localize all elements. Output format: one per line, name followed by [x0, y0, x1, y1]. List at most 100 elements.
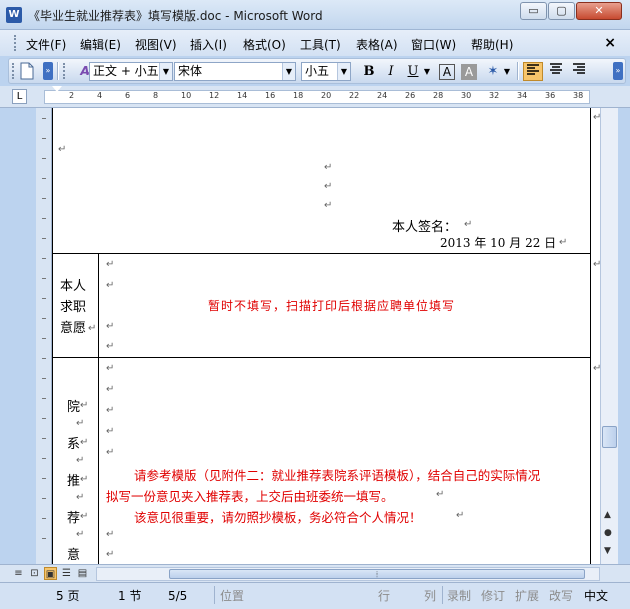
vertical-ruler-mark — [42, 518, 46, 519]
highlight-dropdown-icon[interactable]: ▼ — [502, 62, 512, 81]
menu-edit[interactable]: 编辑(E) — [80, 36, 121, 53]
underline-button[interactable]: U — [403, 62, 423, 81]
vertical-ruler-mark — [42, 178, 46, 179]
first-line-indent-marker-icon[interactable] — [52, 86, 62, 92]
underline-dropdown-icon[interactable]: ▼ — [422, 62, 432, 81]
ruler-tick-label: 6 — [125, 91, 131, 100]
browse-object-icon[interactable]: ● — [604, 528, 612, 538]
status-overtype-button[interactable]: 改写 — [549, 587, 573, 605]
view-and-hscroll-bar: ≡ ⊡ ▣ ☰ ▤ ⦙ — [0, 564, 630, 582]
horizontal-scroll-thumb[interactable]: ⦙ — [169, 569, 585, 579]
paragraph-mark: ↵ — [80, 400, 89, 411]
paragraph-mark: ↵ — [324, 200, 333, 211]
paragraph-mark: ↵ — [88, 323, 97, 334]
chevron-down-icon[interactable]: ▼ — [337, 63, 350, 80]
ruler-tick-label: 20 — [321, 91, 332, 100]
menu-help[interactable]: 帮助(H) — [471, 36, 513, 53]
status-column: 列 — [424, 589, 437, 603]
job-wish-label-line3: 意愿 — [60, 321, 87, 336]
vertical-ruler-mark — [42, 158, 46, 159]
ruler-tick-label: 38 — [573, 91, 584, 100]
font-select[interactable]: 宋体 ▼ — [174, 62, 296, 81]
window-title: 《毕业生就业推荐表》填写模版.doc - Microsoft Word — [28, 9, 323, 23]
character-shading-button[interactable]: A — [461, 64, 477, 80]
paragraph-mark: ↵ — [80, 511, 89, 522]
paragraph-mark: ↵ — [76, 418, 85, 429]
college-label-char: 推 — [67, 474, 81, 489]
menu-window[interactable]: 窗口(W) — [411, 36, 456, 53]
vertical-scroll-thumb[interactable] — [602, 426, 617, 448]
italic-button[interactable]: I — [381, 62, 401, 81]
menu-view[interactable]: 视图(V) — [135, 36, 177, 53]
font-size-select[interactable]: 小五 ▼ — [301, 62, 351, 81]
chevron-down-icon[interactable]: ▼ — [159, 63, 172, 80]
vertical-ruler-mark — [42, 398, 46, 399]
align-right-button[interactable] — [569, 62, 589, 81]
status-language[interactable]: 中文 — [584, 587, 608, 605]
signature-date: 2013 年 10 月 22 日 — [440, 236, 557, 250]
highlight-button[interactable]: ✶ — [483, 62, 503, 81]
align-right-icon — [573, 63, 585, 74]
job-wish-label-line1: 本人 — [60, 279, 87, 294]
toolbar-grip-icon[interactable] — [12, 63, 15, 79]
end-of-cell-mark: ↵ — [593, 112, 600, 123]
paragraph-mark: ↵ — [436, 489, 445, 500]
paragraph-mark: ↵ — [324, 181, 333, 192]
tab-selector-button[interactable]: L — [12, 89, 27, 104]
print-layout-view-icon[interactable]: ▣ — [44, 567, 57, 580]
horizontal-scrollbar[interactable]: ⦙ — [96, 567, 600, 581]
vertical-ruler-mark — [42, 258, 46, 259]
vertical-ruler-mark — [42, 318, 46, 319]
document-page[interactable]: ↵ ↵ ↵ ↵ 本人签名： ↵ 2013 年 10 月 22 日 ↵ ↵ ↵ 本… — [52, 108, 600, 564]
outline-view-icon[interactable]: ☰ — [60, 567, 73, 580]
document-close-icon[interactable]: × — [604, 35, 616, 51]
status-position: 位置 — [220, 589, 245, 603]
vertical-ruler — [36, 108, 52, 564]
vertical-scrollbar[interactable]: ▲ ● ▼ — [600, 108, 618, 564]
previous-page-icon[interactable]: ▲ — [604, 510, 611, 520]
menu-format[interactable]: 格式(O) — [243, 36, 286, 53]
vertical-ruler-mark — [42, 238, 46, 239]
menu-tools[interactable]: 工具(T) — [300, 36, 341, 53]
new-document-icon[interactable] — [19, 62, 35, 80]
bold-button[interactable]: B — [359, 62, 379, 81]
ruler-tick-label: 18 — [293, 91, 304, 100]
vertical-ruler-mark — [42, 278, 46, 279]
next-page-icon[interactable]: ▼ — [604, 546, 611, 556]
paragraph-mark: ↵ — [106, 426, 115, 437]
close-window-button[interactable]: ✕ — [576, 2, 622, 20]
end-of-row-mark: ↵ — [593, 363, 600, 374]
status-record-button[interactable]: 录制 — [447, 587, 471, 605]
toolbar-options-chevron-icon[interactable]: » — [43, 62, 53, 80]
style-select-value: 正文 + 小五 — [93, 64, 159, 78]
menu-file[interactable]: 文件(F) — [26, 36, 66, 53]
reading-layout-view-icon[interactable]: ▤ — [76, 567, 89, 580]
align-left-button[interactable] — [523, 62, 543, 81]
word-app-icon[interactable]: W — [6, 7, 22, 23]
ruler-tick-label: 14 — [237, 91, 248, 100]
paragraph-mark: ↵ — [559, 237, 568, 248]
character-border-button[interactable]: A — [439, 64, 455, 80]
menu-table[interactable]: 表格(A) — [356, 36, 398, 53]
chevron-down-icon[interactable]: ▼ — [282, 63, 295, 80]
web-layout-view-icon[interactable]: ⊡ — [28, 567, 41, 580]
toolbar-options-chevron-icon[interactable]: » — [613, 62, 623, 80]
paragraph-mark: ↵ — [106, 529, 115, 540]
menubar-grip-icon[interactable] — [14, 35, 18, 51]
style-select[interactable]: 正文 + 小五 ▼ — [89, 62, 173, 81]
job-wish-label-line2: 求职 — [60, 300, 87, 315]
status-extend-button[interactable]: 扩展 — [515, 587, 539, 605]
align-center-button[interactable] — [546, 62, 566, 81]
restore-button[interactable]: ▢ — [548, 2, 575, 20]
vertical-ruler-mark — [42, 378, 46, 379]
ruler-tick-label: 10 — [181, 91, 192, 100]
paragraph-mark: ↵ — [106, 405, 115, 416]
menu-insert[interactable]: 插入(I) — [190, 36, 227, 53]
table-row-divider — [52, 253, 591, 254]
status-track-changes-button[interactable]: 修订 — [481, 587, 505, 605]
toolbar2-grip-icon[interactable] — [63, 63, 66, 79]
ruler-tick-label: 24 — [377, 91, 388, 100]
normal-view-icon[interactable]: ≡ — [12, 567, 25, 580]
ruler-tick-label: 12 — [209, 91, 220, 100]
minimize-button[interactable]: ▭ — [520, 2, 547, 20]
